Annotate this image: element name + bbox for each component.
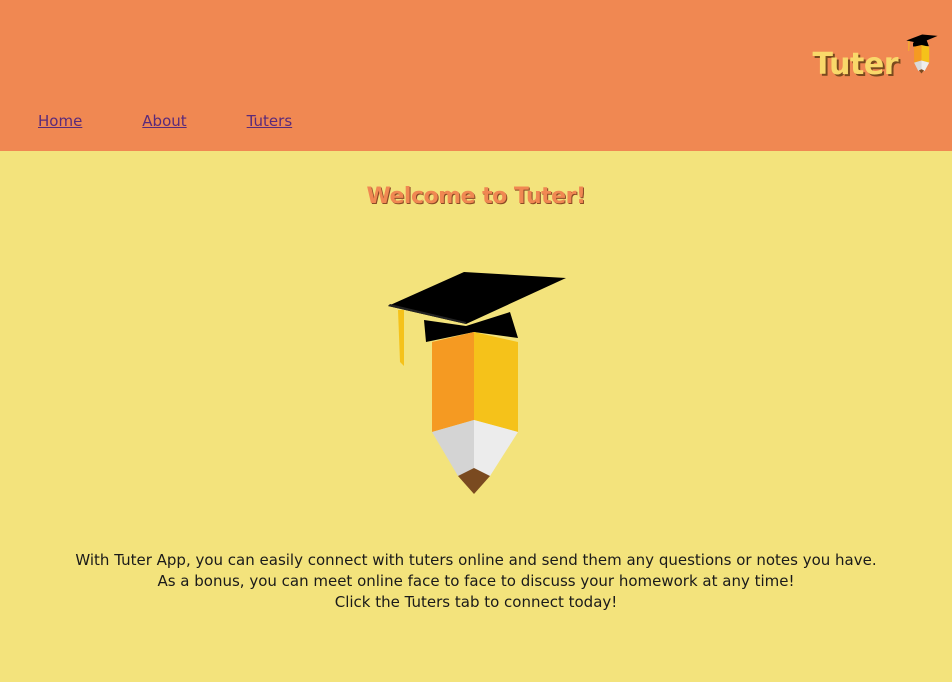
graduation-pencil-icon [388, 272, 566, 494]
brand: Tuter [812, 34, 938, 80]
nav-home-link[interactable]: Home [38, 112, 82, 130]
description-line: Click the Tuters tab to connect today! [334, 593, 618, 611]
graduation-pencil-icon [906, 34, 938, 74]
description: With Tuter App, you can easily connect w… [0, 550, 952, 613]
nav-bar: Home About Tuters [38, 112, 352, 130]
brand-title: Tuter [812, 47, 898, 82]
nav-tuters-link[interactable]: Tuters [247, 112, 292, 130]
nav-about-link[interactable]: About [142, 112, 186, 130]
header: Tuter Home About Tuters [0, 0, 952, 151]
page-title: Welcome to Tuter! [366, 184, 586, 209]
description-line: As a bonus, you can meet online face to … [157, 572, 795, 590]
description-line: With Tuter App, you can easily connect w… [75, 551, 877, 569]
